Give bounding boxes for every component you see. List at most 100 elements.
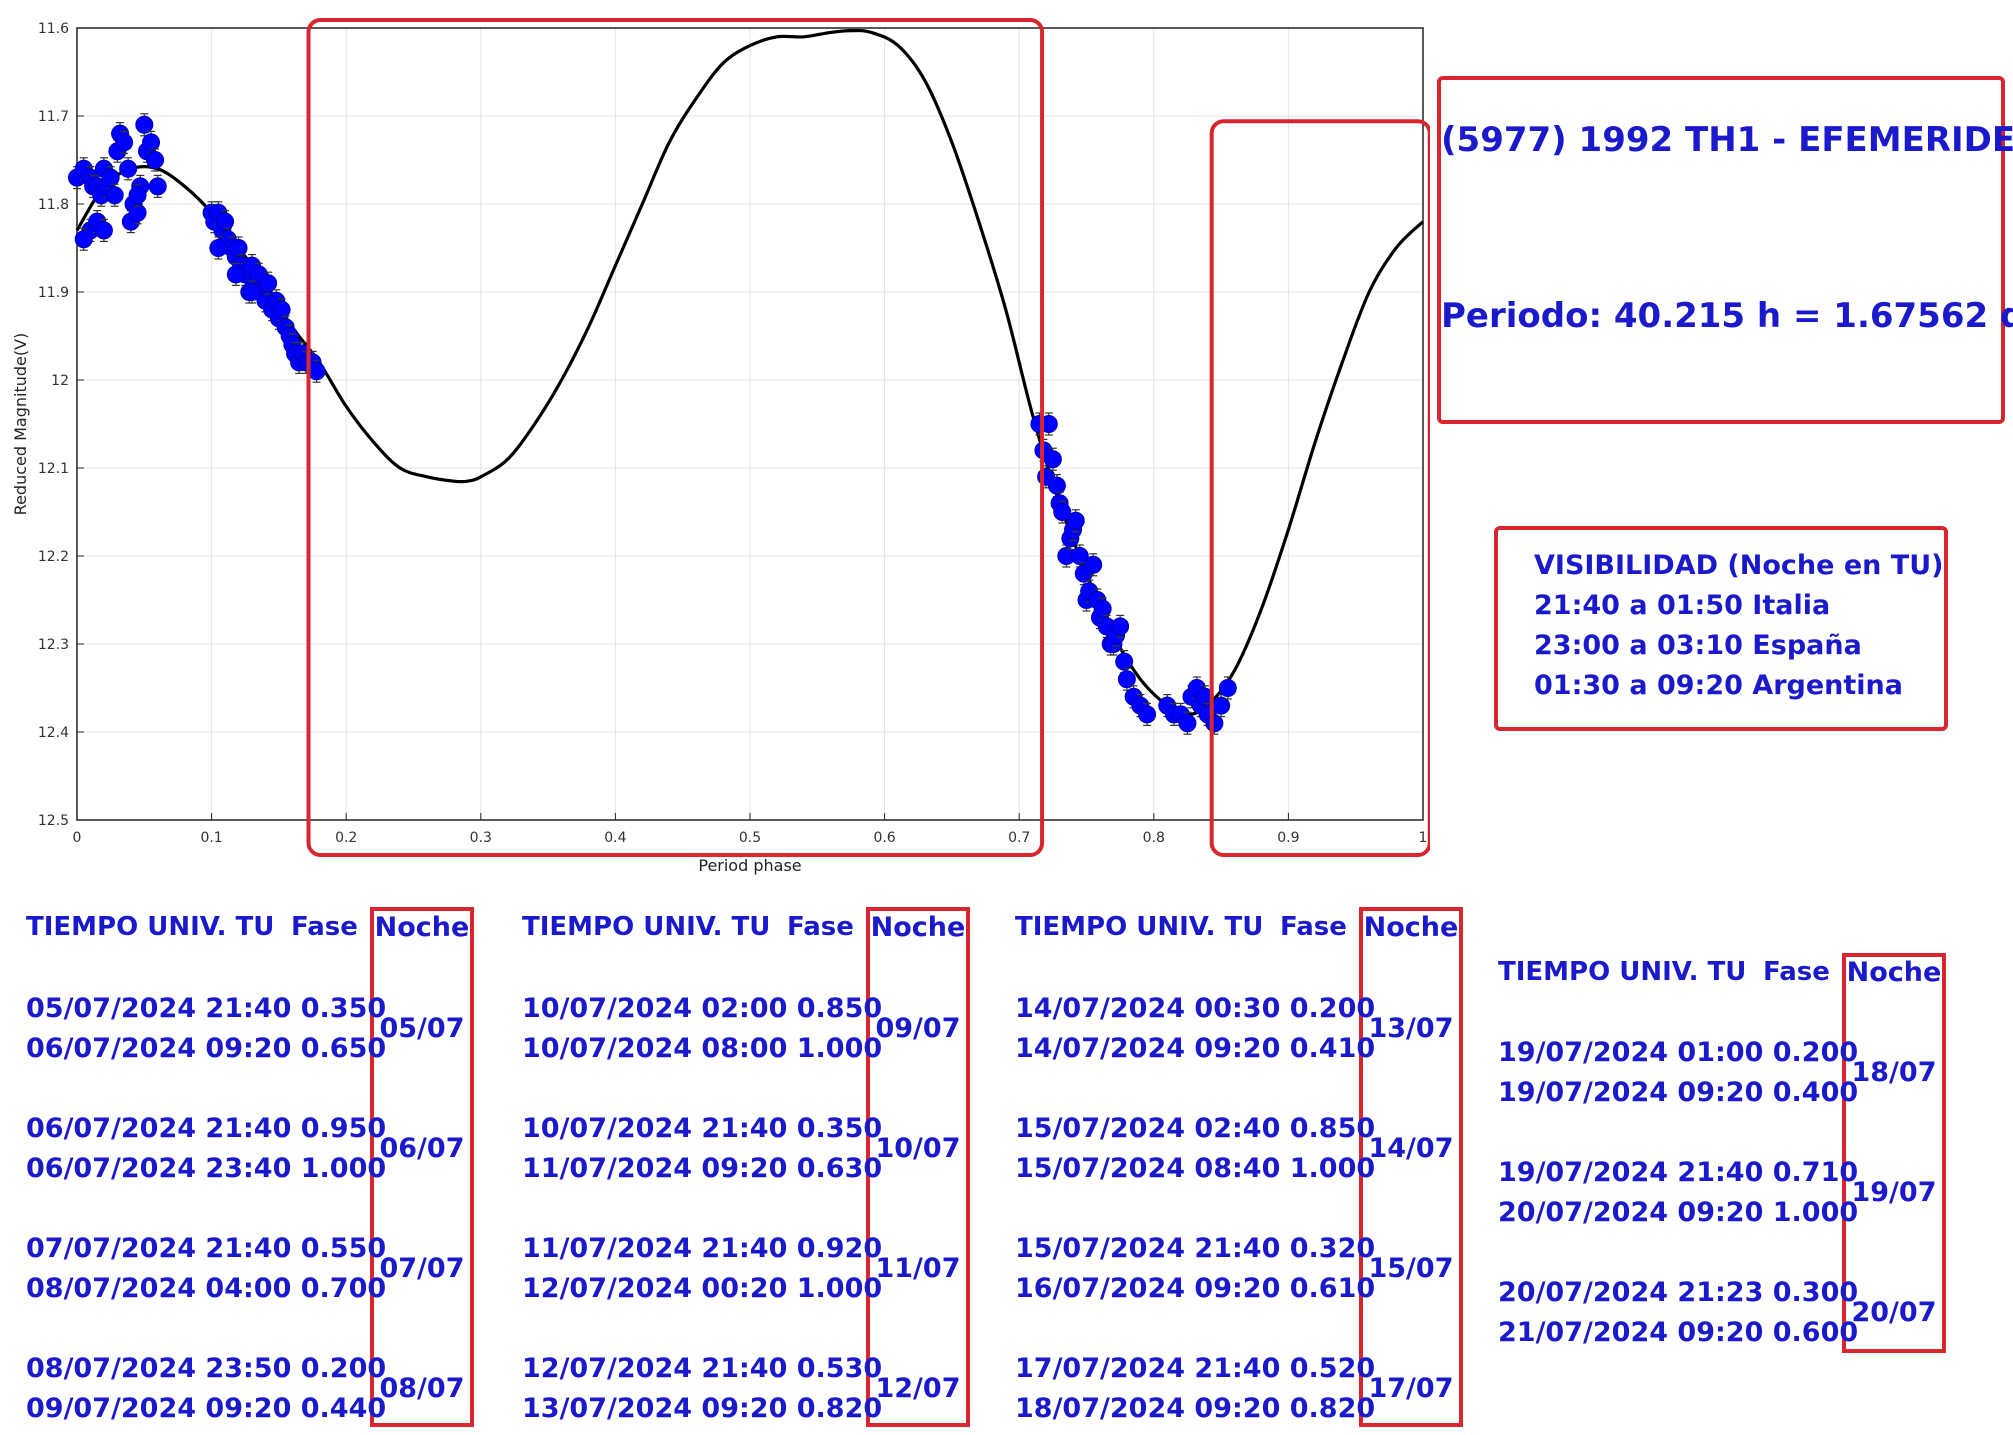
x-tick-label: 0.3	[470, 830, 492, 846]
table-3-row-3-night: 15/07	[1368, 1253, 1454, 1284]
observation-point	[115, 133, 134, 152]
table-3-row-1-end: 14/07/2024 09:20 0.410	[1015, 1033, 1376, 1064]
table-1-row-2-end: 06/07/2024 23:40 1.000	[26, 1153, 387, 1184]
table-3-header-time: TIEMPO UNIV. TU	[1015, 912, 1264, 942]
table-1-row-1-night: 05/07	[379, 1013, 465, 1044]
observation-point	[272, 300, 291, 319]
observation-point	[242, 283, 261, 301]
observation-point	[1043, 450, 1062, 469]
table-3-row-2-end: 15/07/2024 08:40 1.000	[1015, 1153, 1376, 1184]
table-2-row-4-end: 13/07/2024 09:20 0.820	[522, 1393, 883, 1424]
observation-points-layer	[68, 113, 1237, 735]
y-tick-label: 11.7	[38, 109, 69, 125]
table-4-row-1-end: 19/07/2024 09:20 0.400	[1498, 1077, 1859, 1108]
table-2-row-3-end: 12/07/2024 00:20 1.000	[522, 1273, 883, 1304]
x-tick-label: 0	[73, 830, 82, 846]
table-1-row-4-start: 08/07/2024 23:50 0.200	[26, 1353, 387, 1384]
table-4-row-2-night: 19/07	[1851, 1177, 1937, 1208]
table-4-header-night: Noche	[1846, 957, 1942, 988]
observation-point	[1047, 476, 1066, 495]
table-1-row-4-night: 08/07	[379, 1373, 465, 1404]
observation-point	[226, 265, 245, 284]
table-4-row-2-end: 20/07/2024 09:20 1.000	[1498, 1197, 1859, 1228]
table-3-row-4-end: 18/07/2024 09:20 0.820	[1015, 1393, 1376, 1424]
x-tick-label: 0.6	[873, 830, 895, 846]
visibility-line-2: 21:40 a 01:50 Italia	[1534, 590, 1831, 621]
observation-point	[74, 230, 93, 249]
y-tick-label: 11.6	[38, 21, 69, 37]
table-4-row-1-night: 18/07	[1851, 1057, 1937, 1088]
table-1-row-2-night: 06/07	[379, 1133, 465, 1164]
x-tick-label: 0.2	[335, 830, 357, 846]
x-tick-label: 0.1	[200, 830, 222, 846]
observation-point	[216, 212, 235, 231]
light-curve-chart: 0 0.1 0.2 0.3 0.4 0.5 0.6 0.7 0.8 0.9 1 11.6 11.7 11.…	[11, 18, 1430, 875]
table-1-row-1-end: 06/07/2024 09:20 0.650	[26, 1033, 387, 1064]
observation-point	[1117, 670, 1136, 689]
table-2-row-1-night: 09/07	[875, 1013, 961, 1044]
x-tick-label: 0.5	[739, 830, 761, 846]
table-4-row-2-start: 19/07/2024 21:40 0.710	[1498, 1157, 1859, 1188]
y-tick-label: 12.5	[38, 813, 69, 829]
table-1-header-time: TIEMPO UNIV. TU	[26, 912, 275, 942]
table-4-row-1-start: 19/07/2024 01:00 0.200	[1498, 1037, 1859, 1068]
table-4-row-3-night: 20/07	[1851, 1297, 1937, 1328]
table-2-row-3-start: 11/07/2024 21:40 0.920	[522, 1233, 883, 1264]
y-tick-label: 12	[51, 373, 69, 389]
visibility-line-4: 01:30 a 09:20 Argentina	[1534, 670, 1903, 701]
table-2-row-2-start: 10/07/2024 21:40 0.350	[522, 1113, 883, 1144]
observation-point	[1093, 599, 1112, 618]
table-2-row-3-night: 11/07	[875, 1253, 961, 1284]
table-1-row-4-end: 09/07/2024 09:20 0.440	[26, 1393, 387, 1424]
observation-point	[1115, 652, 1134, 671]
observation-point	[119, 159, 138, 178]
visibility-panel: VISIBILIDAD (Noche en TU) 21:40 a 01:50 …	[1494, 526, 1948, 731]
observation-point	[1212, 696, 1231, 715]
observation-point	[307, 362, 326, 381]
observation-point	[1084, 555, 1103, 574]
table-3-row-1-night: 13/07	[1368, 1013, 1454, 1044]
observation-point	[1138, 705, 1157, 724]
y-tick-label: 12.2	[38, 549, 69, 565]
x-axis-label: Period phase	[698, 856, 801, 875]
y-tick-label: 12.4	[38, 725, 69, 741]
table-2-header-time: TIEMPO UNIV. TU	[522, 912, 771, 942]
table-3-header-phase: Fase	[1280, 912, 1347, 942]
table-2-row-2-night: 10/07	[875, 1133, 961, 1164]
table-3-header-night: Noche	[1363, 912, 1459, 943]
x-tick-label: 0.4	[604, 830, 626, 846]
table-3-row-4-start: 17/07/2024 21:40 0.520	[1015, 1353, 1376, 1384]
y-axis-label: Reduced Magnitude(V)	[11, 333, 30, 516]
observation-point	[101, 168, 120, 187]
title-line-2: Periodo: 40.215 h = 1.67562 d	[1441, 296, 2013, 336]
visibility-line-3: 23:00 a 03:10 España	[1534, 630, 1862, 661]
table-3-row-2-night: 14/07	[1368, 1133, 1454, 1164]
table-1-row-3-night: 07/07	[379, 1253, 465, 1284]
observation-point	[135, 115, 154, 134]
table-2-row-1-end: 10/07/2024 08:00 1.000	[522, 1033, 883, 1064]
table-3-row-3-start: 15/07/2024 21:40 0.320	[1015, 1233, 1376, 1264]
table-4-header-time: TIEMPO UNIV. TU	[1498, 957, 1747, 987]
table-3-row-3-end: 16/07/2024 09:20 0.610	[1015, 1273, 1376, 1304]
y-tick-label: 11.8	[38, 197, 69, 213]
table-2-row-1-start: 10/07/2024 02:00 0.850	[522, 993, 883, 1024]
x-tick-label: 1	[1419, 830, 1428, 846]
observation-point	[128, 186, 147, 205]
table-1-row-2-start: 06/07/2024 21:40 0.950	[26, 1113, 387, 1144]
table-4-row-3-start: 20/07/2024 21:23 0.300	[1498, 1277, 1859, 1308]
title-panel: (5977) 1992 TH1 - EFEMERIDES Periodo: 40…	[1437, 76, 2013, 424]
table-1-row-3-end: 08/07/2024 04:00 0.700	[26, 1273, 387, 1304]
visibility-line-1: VISIBILIDAD (Noche en TU)	[1534, 550, 1944, 581]
table-2-row-2-end: 11/07/2024 09:20 0.630	[522, 1153, 883, 1184]
table-3-row-2-start: 15/07/2024 02:40 0.850	[1015, 1113, 1376, 1144]
observation-point	[229, 239, 248, 257]
observation-point	[142, 133, 161, 152]
observation-point	[1205, 714, 1224, 733]
observation-point	[209, 239, 228, 257]
table-2-header-night: Noche	[870, 912, 966, 943]
observation-point	[1066, 511, 1085, 530]
y-tick-label: 12.1	[38, 461, 69, 477]
observation-point	[1218, 679, 1237, 697]
table-2-row-4-start: 12/07/2024 21:40 0.530	[522, 1353, 883, 1384]
observation-point	[1111, 617, 1130, 636]
